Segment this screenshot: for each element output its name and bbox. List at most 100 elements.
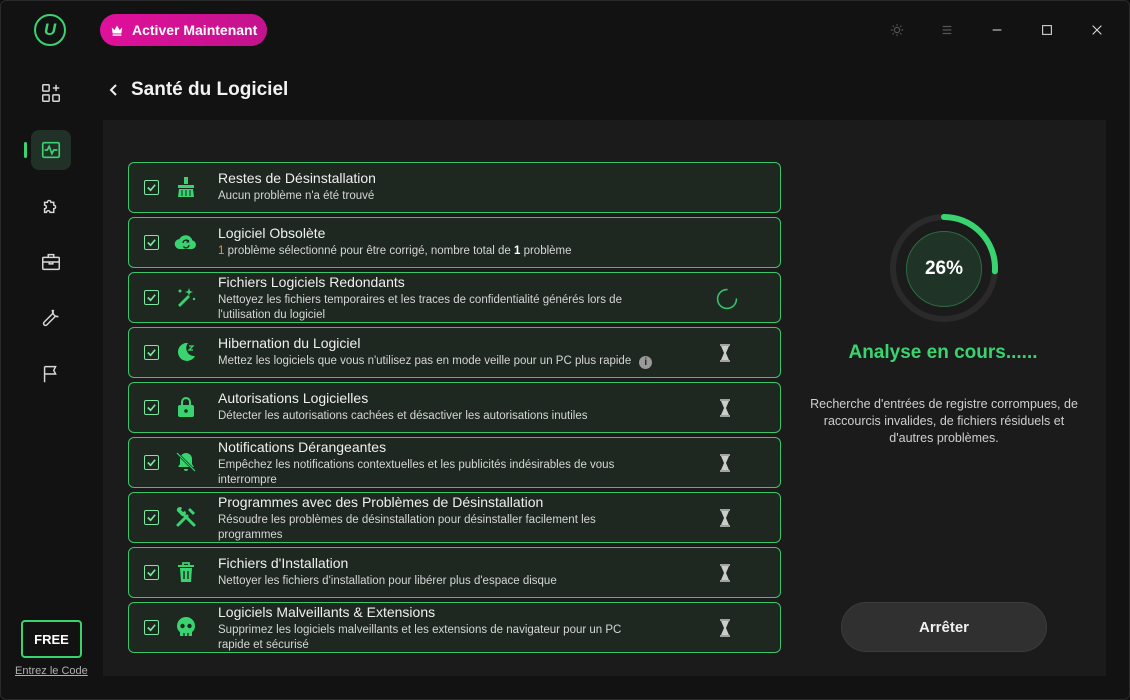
magic-wand-icon (173, 284, 199, 310)
sidebar-item-health[interactable] (31, 130, 71, 170)
checkmark-icon (147, 624, 156, 632)
free-label: FREE (34, 631, 69, 647)
broom-icon (173, 174, 199, 200)
scan-item: Autorisations Logicielles Détecter les a… (128, 382, 781, 433)
free-badge-button[interactable]: FREE (21, 620, 82, 658)
hourglass-icon (714, 397, 736, 419)
tools-icon (173, 504, 199, 530)
minimize-button[interactable] (986, 19, 1008, 41)
checkmark-icon (147, 569, 156, 577)
checkmark-icon (147, 459, 156, 467)
sidebar-item-extensions[interactable] (31, 186, 71, 226)
item-title: Notifications Dérangeantes (218, 439, 387, 455)
item-description: Mettez les logiciels que vous n'utilisez… (218, 354, 718, 369)
scan-item: Restes de Désinstallation Aucun problème… (128, 162, 781, 213)
item-checkbox[interactable] (144, 290, 159, 305)
checkmark-icon (147, 404, 156, 412)
menu-button[interactable] (936, 19, 958, 41)
activate-label: Activer Maintenant (132, 22, 258, 38)
item-description: Empêchez les notifications contextuelles… (218, 459, 615, 486)
sidebar-item-toolbox[interactable] (31, 242, 71, 282)
info-icon[interactable]: i (639, 356, 653, 369)
hourglass-icon (714, 452, 736, 474)
chevron-left-icon (109, 84, 117, 96)
item-description: Résoudre les problèmes de désinstallatio… (218, 514, 596, 541)
crown-icon (111, 25, 123, 36)
item-description: Nettoyer les fichiers d'installation pou… (218, 575, 557, 587)
item-description: Détecter les autorisations cachées et dé… (218, 410, 588, 422)
item-checkbox[interactable] (144, 565, 159, 580)
item-title: Autorisations Logicielles (218, 390, 369, 406)
page-title: Santé du Logiciel (131, 79, 289, 100)
hourglass-icon (714, 617, 736, 639)
item-description: 1 problème sélectionné pour être corrigé… (218, 244, 718, 259)
checkmark-icon (147, 514, 156, 522)
sidebar-item-tools[interactable] (31, 298, 71, 338)
apps-add-icon (42, 84, 60, 102)
scan-item: Hibernation du Logiciel Mettez les logic… (128, 327, 781, 378)
scan-item: Logiciel Obsolète 1 problème sélectionné… (128, 217, 781, 268)
item-description: Aucun problème n'a été trouvé (218, 190, 375, 202)
trash-icon (173, 559, 199, 585)
checkmark-icon (147, 184, 156, 192)
maximize-button[interactable] (1036, 19, 1058, 41)
scan-item: Logiciels Malveillants & Extensions Supp… (128, 602, 781, 653)
maximize-icon (1042, 25, 1052, 35)
close-icon (1092, 25, 1102, 35)
item-checkbox[interactable] (144, 620, 159, 635)
logo-text: U (43, 20, 57, 39)
scan-item: Fichiers d'Installation Nettoyer les fic… (128, 547, 781, 598)
stop-button[interactable]: Arrêter (841, 602, 1047, 652)
item-title: Fichiers Logiciels Redondants (218, 274, 405, 290)
item-checkbox[interactable] (144, 455, 159, 470)
checkmark-icon (147, 349, 156, 357)
sidebar-item-flag[interactable] (31, 354, 71, 394)
scan-item: Notifications Dérangeantes Empêchez les … (128, 437, 781, 488)
sidebar-item-home[interactable] (31, 73, 71, 113)
app-window: U Activer Maintenant FREE Entrez le Code (0, 0, 1130, 700)
lock-icon (173, 394, 199, 420)
hourglass-icon (714, 507, 736, 529)
scanning-spinner (713, 285, 741, 313)
progress-percent: 26% (906, 231, 982, 307)
item-title: Logiciels Malveillants & Extensions (218, 604, 436, 620)
desc-text: problème sélectionné pour être corrigé, … (224, 245, 514, 257)
sun-icon (890, 23, 904, 37)
item-checkbox[interactable] (144, 510, 159, 525)
menu-icon (942, 25, 952, 35)
item-title: Logiciel Obsolète (218, 225, 326, 241)
item-checkbox[interactable] (144, 180, 159, 195)
back-button[interactable] (107, 81, 123, 99)
item-title: Programmes avec des Problèmes de Désinst… (218, 494, 544, 510)
item-checkbox[interactable] (144, 235, 159, 250)
scan-panel: Restes de Désinstallation Aucun problème… (103, 120, 1106, 676)
activate-now-button[interactable]: Activer Maintenant (100, 14, 268, 46)
minimize-icon (992, 29, 1002, 31)
item-checkbox[interactable] (144, 345, 159, 360)
scan-status-description: Recherche d'entrées de registre corrompu… (810, 397, 1078, 445)
hourglass-icon (714, 562, 736, 584)
close-button[interactable] (1086, 19, 1108, 41)
scan-status-title: Analyse en cours...... (848, 342, 1038, 363)
item-description: Supprimez les logiciels malveillants et … (218, 624, 622, 651)
enter-code-link[interactable]: Entrez le Code (15, 665, 88, 677)
item-title: Restes de Désinstallation (218, 170, 376, 186)
hourglass-icon (714, 342, 736, 364)
health-pulse-icon (41, 141, 61, 159)
puzzle-icon (43, 199, 57, 214)
wrench-icon (42, 309, 59, 327)
cloud-refresh-icon (173, 229, 199, 255)
item-title: Hibernation du Logiciel (218, 335, 361, 351)
scan-item: Fichiers Logiciels Redondants Nettoyez l… (128, 272, 781, 323)
item-title: Fichiers d'Installation (218, 555, 349, 571)
checkmark-icon (147, 239, 156, 247)
app-logo: U (34, 14, 66, 46)
item-description: Nettoyez les fichiers temporaires et les… (218, 294, 622, 321)
bell-off-icon (173, 449, 199, 475)
skull-icon (173, 614, 199, 640)
moon-sleep-icon (173, 339, 199, 365)
item-checkbox[interactable] (144, 400, 159, 415)
flag-icon (43, 365, 57, 383)
theme-toggle-button[interactable] (886, 19, 908, 41)
desc-text: Mettez les logiciels que vous n'utilisez… (218, 355, 632, 367)
